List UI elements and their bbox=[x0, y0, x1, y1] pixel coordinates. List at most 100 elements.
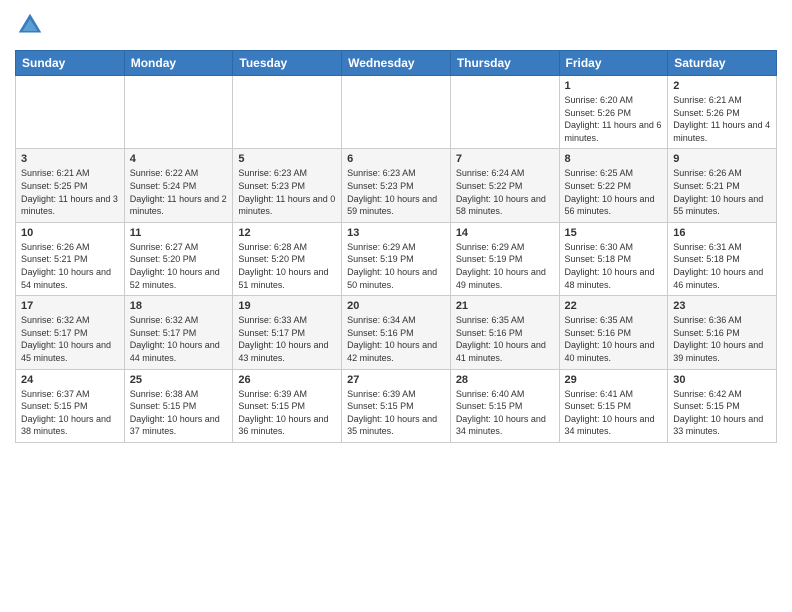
day-info: Sunrise: 6:21 AMSunset: 5:26 PMDaylight:… bbox=[673, 94, 771, 144]
calendar-day-cell bbox=[450, 76, 559, 149]
calendar-day-cell: 22 Sunrise: 6:35 AMSunset: 5:16 PMDayligh… bbox=[559, 296, 668, 369]
calendar-header-day: Wednesday bbox=[342, 51, 451, 76]
day-number: 3 bbox=[21, 153, 119, 165]
day-info: Sunrise: 6:28 AMSunset: 5:20 PMDaylight:… bbox=[238, 241, 336, 291]
calendar-day-cell: 9 Sunrise: 6:26 AMSunset: 5:21 PMDaylight… bbox=[668, 149, 777, 222]
calendar-day-cell: 1Sunrise: 6:20 AMSunset: 5:26 PMDaylight… bbox=[559, 76, 668, 149]
day-number: 7 bbox=[456, 153, 554, 165]
day-info: Sunrise: 6:30 AMSunset: 5:18 PMDaylight:… bbox=[565, 241, 663, 291]
calendar-header-day: Sunday bbox=[16, 51, 125, 76]
calendar-week-row: 17 Sunrise: 6:32 AMSunset: 5:17 PMDayligh… bbox=[16, 296, 777, 369]
day-info: Sunrise: 6:35 AMSunset: 5:16 PMDaylight:… bbox=[565, 314, 663, 364]
calendar-week-row: 24 Sunrise: 6:37 AMSunset: 5:15 PMDayligh… bbox=[16, 369, 777, 442]
day-info: Sunrise: 6:37 AMSunset: 5:15 PMDaylight:… bbox=[21, 388, 119, 438]
day-number: 10 bbox=[21, 227, 119, 239]
calendar-week-row: 10 Sunrise: 6:26 AMSunset: 5:21 PMDayligh… bbox=[16, 222, 777, 295]
day-info: Sunrise: 6:26 AMSunset: 5:21 PMDaylight:… bbox=[673, 167, 771, 217]
day-info: Sunrise: 6:22 AMSunset: 5:24 PMDaylight:… bbox=[130, 167, 228, 217]
calendar-header-day: Saturday bbox=[668, 51, 777, 76]
day-number: 25 bbox=[130, 374, 228, 386]
day-number: 22 bbox=[565, 300, 663, 312]
day-info: Sunrise: 6:36 AMSunset: 5:16 PMDaylight:… bbox=[673, 314, 771, 364]
day-number: 12 bbox=[238, 227, 336, 239]
day-number: 13 bbox=[347, 227, 445, 239]
calendar-day-cell bbox=[233, 76, 342, 149]
day-info: Sunrise: 6:33 AMSunset: 5:17 PMDaylight:… bbox=[238, 314, 336, 364]
day-number: 11 bbox=[130, 227, 228, 239]
logo bbox=[15, 10, 49, 40]
day-info: Sunrise: 6:38 AMSunset: 5:15 PMDaylight:… bbox=[130, 388, 228, 438]
day-number: 24 bbox=[21, 374, 119, 386]
day-info: Sunrise: 6:25 AMSunset: 5:22 PMDaylight:… bbox=[565, 167, 663, 217]
day-number: 14 bbox=[456, 227, 554, 239]
calendar-day-cell: 13 Sunrise: 6:29 AMSunset: 5:19 PMDayligh… bbox=[342, 222, 451, 295]
day-info: Sunrise: 6:23 AMSunset: 5:23 PMDaylight:… bbox=[238, 167, 336, 217]
calendar-day-cell: 12 Sunrise: 6:28 AMSunset: 5:20 PMDayligh… bbox=[233, 222, 342, 295]
day-info: Sunrise: 6:21 AMSunset: 5:25 PMDaylight:… bbox=[21, 167, 119, 217]
day-number: 5 bbox=[238, 153, 336, 165]
day-info: Sunrise: 6:42 AMSunset: 5:15 PMDaylight:… bbox=[673, 388, 771, 438]
calendar-day-cell: 4Sunrise: 6:22 AMSunset: 5:24 PMDaylight… bbox=[124, 149, 233, 222]
day-number: 17 bbox=[21, 300, 119, 312]
day-info: Sunrise: 6:27 AMSunset: 5:20 PMDaylight:… bbox=[130, 241, 228, 291]
calendar-day-cell: 21 Sunrise: 6:35 AMSunset: 5:16 PMDayligh… bbox=[450, 296, 559, 369]
calendar-day-cell: 19 Sunrise: 6:33 AMSunset: 5:17 PMDayligh… bbox=[233, 296, 342, 369]
calendar-header-day: Friday bbox=[559, 51, 668, 76]
day-info: Sunrise: 6:31 AMSunset: 5:18 PMDaylight:… bbox=[673, 241, 771, 291]
calendar-day-cell: 15Sunrise: 6:30 AMSunset: 5:18 PMDayligh… bbox=[559, 222, 668, 295]
calendar-day-cell: 8 Sunrise: 6:25 AMSunset: 5:22 PMDaylight… bbox=[559, 149, 668, 222]
calendar-day-cell: 26 Sunrise: 6:39 AMSunset: 5:15 PMDayligh… bbox=[233, 369, 342, 442]
day-number: 9 bbox=[673, 153, 771, 165]
day-number: 20 bbox=[347, 300, 445, 312]
day-info: Sunrise: 6:40 AMSunset: 5:15 PMDaylight:… bbox=[456, 388, 554, 438]
calendar-day-cell: 28 Sunrise: 6:40 AMSunset: 5:15 PMDayligh… bbox=[450, 369, 559, 442]
calendar-day-cell: 2Sunrise: 6:21 AMSunset: 5:26 PMDaylight… bbox=[668, 76, 777, 149]
day-info: Sunrise: 6:35 AMSunset: 5:16 PMDaylight:… bbox=[456, 314, 554, 364]
day-number: 8 bbox=[565, 153, 663, 165]
calendar-day-cell: 11 Sunrise: 6:27 AMSunset: 5:20 PMDayligh… bbox=[124, 222, 233, 295]
calendar-header-day: Monday bbox=[124, 51, 233, 76]
day-info: Sunrise: 6:32 AMSunset: 5:17 PMDaylight:… bbox=[130, 314, 228, 364]
day-number: 21 bbox=[456, 300, 554, 312]
day-info: Sunrise: 6:34 AMSunset: 5:16 PMDaylight:… bbox=[347, 314, 445, 364]
calendar-day-cell: 29 Sunrise: 6:41 AMSunset: 5:15 PMDayligh… bbox=[559, 369, 668, 442]
calendar-day-cell: 3 Sunrise: 6:21 AMSunset: 5:25 PMDaylight… bbox=[16, 149, 125, 222]
day-number: 28 bbox=[456, 374, 554, 386]
calendar-week-row: 3 Sunrise: 6:21 AMSunset: 5:25 PMDaylight… bbox=[16, 149, 777, 222]
day-info: Sunrise: 6:39 AMSunset: 5:15 PMDaylight:… bbox=[238, 388, 336, 438]
calendar-day-cell: 24 Sunrise: 6:37 AMSunset: 5:15 PMDayligh… bbox=[16, 369, 125, 442]
day-number: 23 bbox=[673, 300, 771, 312]
calendar-day-cell: 25 Sunrise: 6:38 AMSunset: 5:15 PMDayligh… bbox=[124, 369, 233, 442]
logo-icon bbox=[15, 10, 45, 40]
calendar-day-cell: 5 Sunrise: 6:23 AMSunset: 5:23 PMDaylight… bbox=[233, 149, 342, 222]
day-number: 29 bbox=[565, 374, 663, 386]
day-info: Sunrise: 6:29 AMSunset: 5:19 PMDaylight:… bbox=[456, 241, 554, 291]
calendar: SundayMondayTuesdayWednesdayThursdayFrid… bbox=[15, 50, 777, 443]
calendar-day-cell bbox=[16, 76, 125, 149]
calendar-week-row: 1Sunrise: 6:20 AMSunset: 5:26 PMDaylight… bbox=[16, 76, 777, 149]
day-info: Sunrise: 6:29 AMSunset: 5:19 PMDaylight:… bbox=[347, 241, 445, 291]
day-info: Sunrise: 6:39 AMSunset: 5:15 PMDaylight:… bbox=[347, 388, 445, 438]
calendar-day-cell: 7Sunrise: 6:24 AMSunset: 5:22 PMDaylight… bbox=[450, 149, 559, 222]
day-info: Sunrise: 6:32 AMSunset: 5:17 PMDaylight:… bbox=[21, 314, 119, 364]
calendar-day-cell: 30Sunrise: 6:42 AMSunset: 5:15 PMDayligh… bbox=[668, 369, 777, 442]
day-number: 27 bbox=[347, 374, 445, 386]
day-number: 19 bbox=[238, 300, 336, 312]
day-number: 18 bbox=[130, 300, 228, 312]
day-number: 1 bbox=[565, 80, 663, 92]
page: SundayMondayTuesdayWednesdayThursdayFrid… bbox=[0, 0, 792, 612]
calendar-day-cell: 6Sunrise: 6:23 AMSunset: 5:23 PMDaylight… bbox=[342, 149, 451, 222]
calendar-day-cell: 23 Sunrise: 6:36 AMSunset: 5:16 PMDayligh… bbox=[668, 296, 777, 369]
calendar-header-day: Tuesday bbox=[233, 51, 342, 76]
day-info: Sunrise: 6:41 AMSunset: 5:15 PMDaylight:… bbox=[565, 388, 663, 438]
calendar-day-cell: 17 Sunrise: 6:32 AMSunset: 5:17 PMDayligh… bbox=[16, 296, 125, 369]
day-info: Sunrise: 6:26 AMSunset: 5:21 PMDaylight:… bbox=[21, 241, 119, 291]
calendar-day-cell: 10 Sunrise: 6:26 AMSunset: 5:21 PMDayligh… bbox=[16, 222, 125, 295]
calendar-header-row: SundayMondayTuesdayWednesdayThursdayFrid… bbox=[16, 51, 777, 76]
calendar-day-cell: 14 Sunrise: 6:29 AMSunset: 5:19 PMDayligh… bbox=[450, 222, 559, 295]
calendar-header-day: Thursday bbox=[450, 51, 559, 76]
calendar-day-cell: 16Sunrise: 6:31 AMSunset: 5:18 PMDayligh… bbox=[668, 222, 777, 295]
calendar-day-cell bbox=[342, 76, 451, 149]
day-number: 26 bbox=[238, 374, 336, 386]
day-number: 6 bbox=[347, 153, 445, 165]
